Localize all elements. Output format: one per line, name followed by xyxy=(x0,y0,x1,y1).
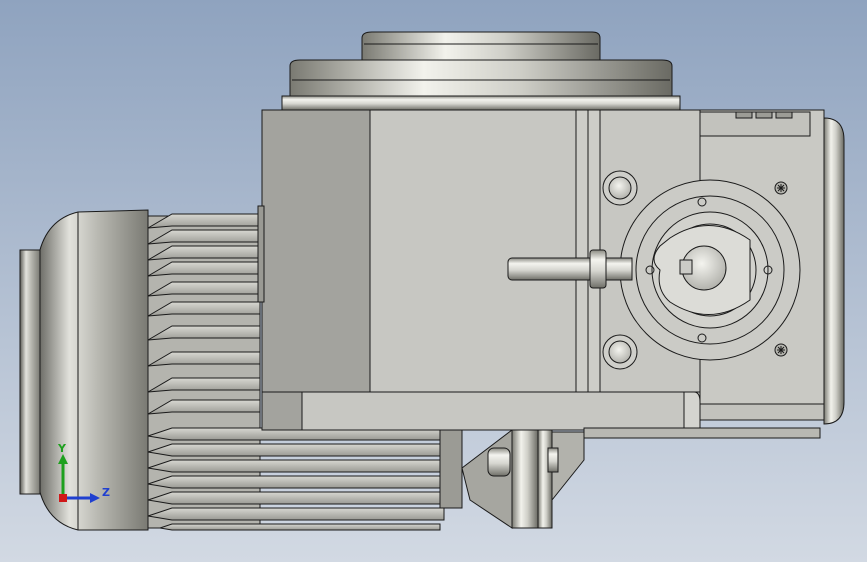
table-ring-main xyxy=(289,59,673,97)
screw-bottom-right-slot xyxy=(777,346,785,354)
motor-end-cap xyxy=(35,209,149,531)
index-pin-collar xyxy=(589,249,607,289)
housing-motor-spigot xyxy=(257,205,265,303)
housing-base-strip xyxy=(583,427,821,439)
cover-rounded-edge xyxy=(823,117,845,425)
cover-vent-3 xyxy=(775,111,793,119)
cover-vent-2 xyxy=(755,111,773,119)
motor-shaft-boss xyxy=(19,249,41,495)
screw-top-right-slot xyxy=(777,184,785,192)
output-flange[interactable] xyxy=(619,179,801,361)
bracket-plate-right xyxy=(537,429,553,529)
shaft-keyway xyxy=(679,259,693,275)
bracket-bolt-head xyxy=(487,447,511,477)
housing-foot-shadow xyxy=(261,391,303,431)
triad-z-label: Z xyxy=(102,486,110,499)
bracket-bolt-nut xyxy=(547,447,559,473)
triad-y-label: Y xyxy=(58,442,66,455)
index-pin-shaft xyxy=(507,257,599,281)
cover-top-lip xyxy=(699,111,811,137)
bolt-upper-head xyxy=(608,176,632,200)
bracket-plate-left xyxy=(511,429,539,529)
bolt-lower-head xyxy=(608,340,632,364)
index-pin-tip xyxy=(605,257,633,281)
housing-side-face xyxy=(261,109,371,393)
table-top-hub xyxy=(361,31,601,61)
cover-vent-1 xyxy=(735,111,753,119)
motor-flange-end xyxy=(439,429,463,509)
triad-x-axis xyxy=(59,494,67,502)
table-base-ring xyxy=(281,95,681,111)
housing-corner-fillet xyxy=(683,391,701,431)
cad-viewport[interactable]: Y Z xyxy=(0,0,867,562)
model-graphics[interactable] xyxy=(0,0,867,562)
cover-bottom-lip xyxy=(699,403,825,421)
